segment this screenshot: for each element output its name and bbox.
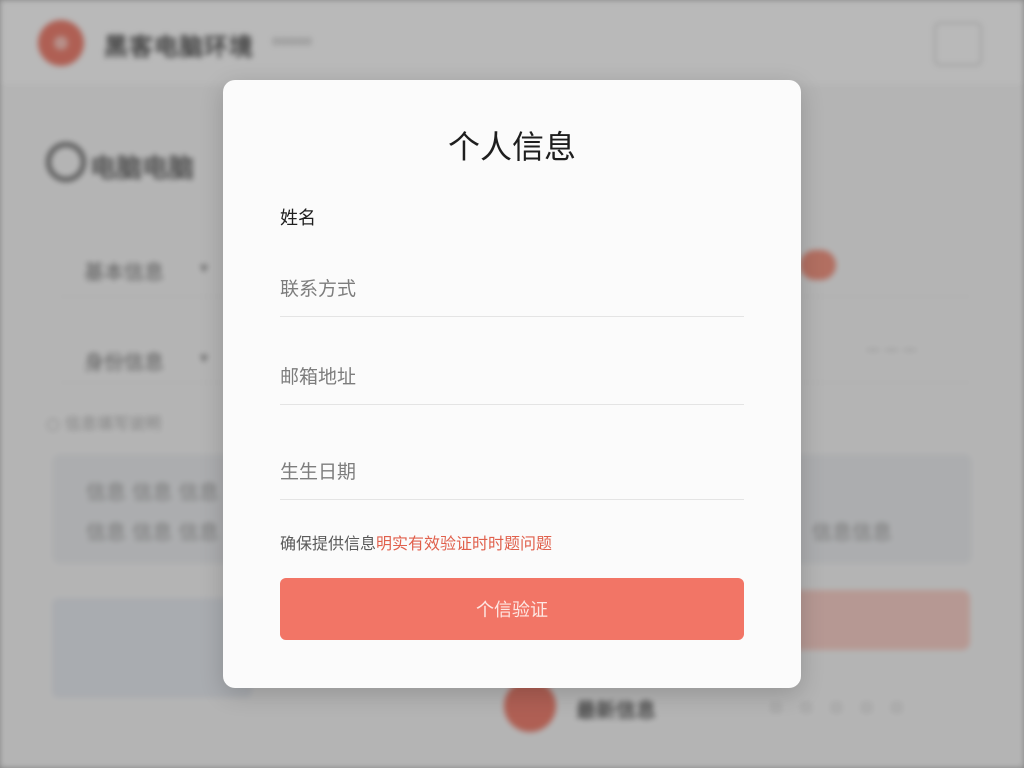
name-label: 姓名 xyxy=(280,208,316,229)
notice-highlight: 明实有效验证时时题问题 xyxy=(376,534,553,553)
contact-field xyxy=(280,256,744,317)
contact-input[interactable] xyxy=(280,278,744,300)
email-input[interactable] xyxy=(280,366,744,388)
email-field xyxy=(280,342,744,405)
verify-button[interactable]: 个信验证 xyxy=(280,578,744,640)
birthdate-input[interactable] xyxy=(280,461,744,483)
dialog-title: 个人信息 xyxy=(447,128,576,166)
personal-info-dialog: 个人信息 姓名 确保提供信息明实有效验证时时题问题 个信验证 xyxy=(223,80,801,688)
notice-text: 确保提供信息 xyxy=(280,534,377,553)
validation-notice: 确保提供信息明实有效验证时时题问题 xyxy=(280,530,552,554)
birthdate-field xyxy=(280,430,744,500)
